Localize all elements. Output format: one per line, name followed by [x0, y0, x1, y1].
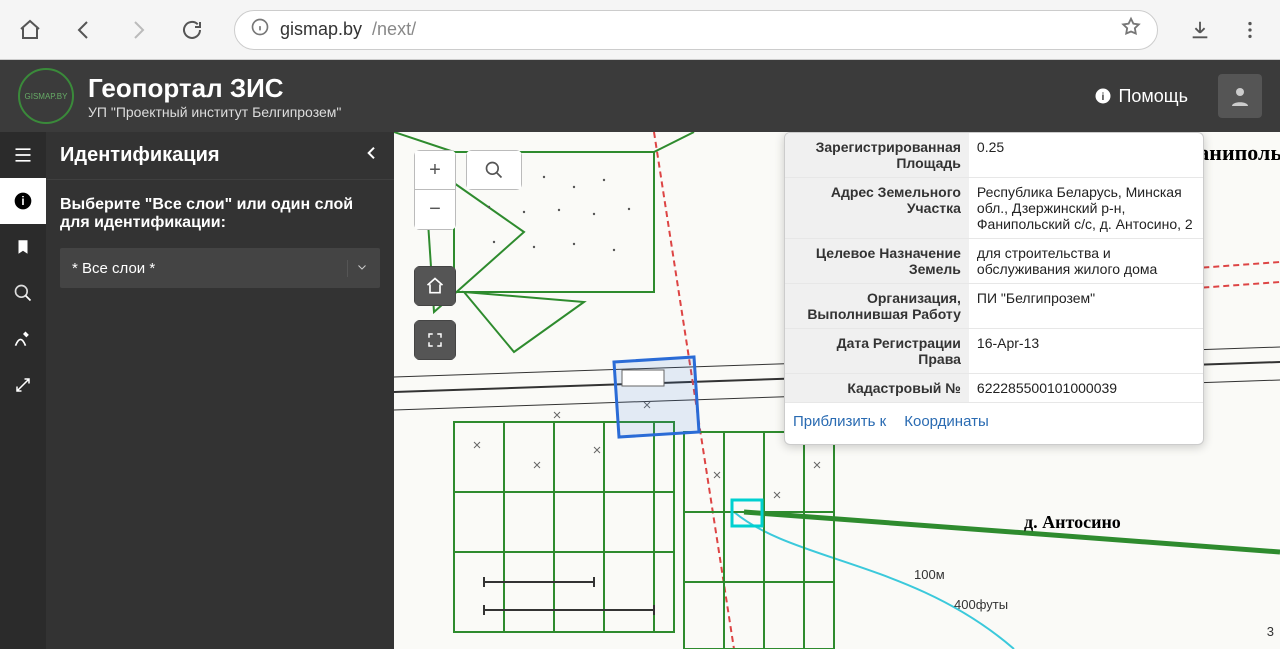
tool-identify[interactable]: i	[0, 178, 46, 224]
user-button[interactable]	[1218, 74, 1262, 118]
reload-icon[interactable]	[180, 18, 204, 42]
feature-info-popup: Зарегистрированная Площадь0.25 Адрес Зем…	[784, 132, 1204, 445]
map-search-button[interactable]	[466, 150, 522, 190]
table-row: Адрес Земельного УчасткаРеспублика Белар…	[785, 178, 1203, 239]
tool-draw[interactable]	[0, 316, 46, 362]
menu-dots-icon[interactable]	[1238, 18, 1262, 42]
star-icon[interactable]	[1120, 16, 1142, 43]
table-row: Кадастровый №622285500101000039	[785, 374, 1203, 403]
info-icon[interactable]	[250, 17, 270, 42]
zoom-out-button[interactable]: −	[414, 190, 456, 230]
url-path: /next/	[372, 19, 416, 40]
app-logo[interactable]: GISMAP.BY	[18, 68, 74, 124]
main-area: i Идентификация Выберите "Все слои" или …	[0, 132, 1280, 649]
forward-icon	[126, 18, 150, 42]
svg-text:i: i	[21, 195, 24, 208]
help-label: Помощь	[1118, 86, 1188, 107]
map-fullscreen-button[interactable]	[414, 320, 456, 360]
layer-select-value: * Все слои *	[72, 260, 155, 277]
map-home-button[interactable]	[414, 266, 456, 306]
corner-num: 3	[1267, 624, 1274, 639]
url-bar[interactable]: gismap.by/next/	[234, 10, 1158, 50]
app-header: GISMAP.BY Геопортал ЗИС УП "Проектный ин…	[0, 60, 1280, 132]
layer-select[interactable]: * Все слои *	[60, 248, 380, 288]
zoom-controls: + −	[414, 150, 456, 230]
app-subtitle: УП "Проектный институт Белгипрозем"	[88, 104, 341, 120]
home-icon[interactable]	[18, 18, 42, 42]
side-panel: Идентификация Выберите "Все слои" или од…	[46, 132, 394, 649]
table-row: Организация, Выполнившая РаботуПИ "Белги…	[785, 284, 1203, 329]
table-row: Дата Регистрации Права16-Apr-13	[785, 329, 1203, 374]
tool-expand[interactable]	[0, 362, 46, 408]
chevron-down-icon	[347, 260, 368, 277]
map-canvas[interactable]: 110кн 220 г. Фаниполь д. Антосино 100м 4…	[394, 132, 1280, 649]
scale-ft: 400футы	[954, 597, 1008, 612]
title-block: Геопортал ЗИС УП "Проектный институт Бел…	[88, 73, 341, 120]
zoom-to-link[interactable]: Приблизить к	[793, 413, 886, 430]
tool-bookmark[interactable]	[0, 224, 46, 270]
scale-m: 100м	[914, 567, 945, 582]
coordinates-link[interactable]: Координаты	[904, 413, 989, 430]
zoom-in-button[interactable]: +	[414, 150, 456, 190]
home-control	[414, 266, 456, 306]
browser-chrome: gismap.by/next/	[0, 0, 1280, 60]
help-button[interactable]: i Помощь	[1094, 86, 1188, 107]
panel-collapse-icon[interactable]	[364, 145, 380, 166]
village-label: д. Антосино	[1024, 512, 1121, 533]
app-title: Геопортал ЗИС	[88, 73, 341, 104]
info-table: Зарегистрированная Площадь0.25 Адрес Зем…	[785, 133, 1203, 403]
fullscreen-control	[414, 320, 456, 360]
tool-layers[interactable]	[0, 132, 46, 178]
table-row: Целевое Назначение Земельдля строительст…	[785, 239, 1203, 284]
map-search-control	[466, 150, 522, 190]
table-row: Зарегистрированная Площадь0.25	[785, 133, 1203, 178]
url-host: gismap.by	[280, 19, 362, 40]
vertical-toolbar: i	[0, 132, 46, 649]
tool-search[interactable]	[0, 270, 46, 316]
panel-instruction: Выберите "Все слои" или один слой для ид…	[60, 196, 380, 232]
download-icon[interactable]	[1188, 18, 1212, 42]
svg-text:i: i	[1102, 91, 1105, 103]
back-icon[interactable]	[72, 18, 96, 42]
panel-title: Идентификация	[60, 144, 220, 167]
